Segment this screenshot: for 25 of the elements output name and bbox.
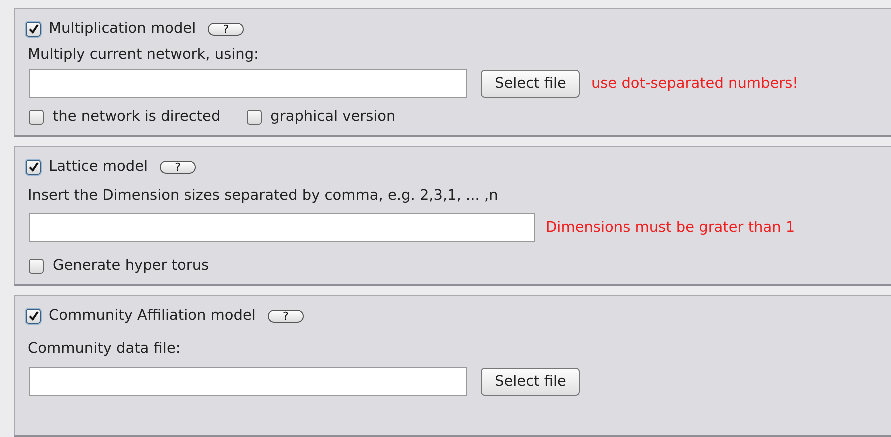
select-file-button[interactable]: Select file: [481, 70, 580, 98]
checkbox[interactable]: [26, 22, 41, 36]
field-label: Community data file:: [28, 341, 182, 357]
checkbox-label: the network is directed: [53, 109, 221, 125]
help-button[interactable]: ?: [208, 22, 244, 36]
section-title: Multiplication model: [49, 21, 196, 37]
input-field[interactable]: [29, 69, 467, 98]
checkbox[interactable]: [29, 110, 44, 124]
section-title: Lattice model: [49, 159, 148, 175]
warning-text: use dot-separated numbers!: [591, 76, 798, 92]
checkbox[interactable]: [246, 110, 262, 124]
help-button[interactable]: ?: [268, 310, 304, 322]
field-label: Insert the Dimension sizes separated by comma, e.g. 2,3,1, ... ,n: [28, 188, 500, 204]
checkbox-label: Generate hyper torus: [53, 258, 210, 274]
warning-text: Dimensions must be grater than 1: [546, 220, 796, 236]
input-field[interactable]: [29, 213, 535, 242]
section-title: Community Affiliation model: [49, 308, 256, 324]
checkbox[interactable]: [29, 258, 44, 274]
select-file-button[interactable]: Select file: [481, 368, 580, 396]
field-label: Multiply current network, using:: [28, 47, 260, 63]
help-button[interactable]: ?: [160, 160, 196, 174]
checkbox[interactable]: [26, 308, 41, 324]
checkbox[interactable]: [26, 160, 41, 174]
input-field[interactable]: [29, 367, 467, 396]
checkbox-label: graphical version: [270, 109, 396, 125]
